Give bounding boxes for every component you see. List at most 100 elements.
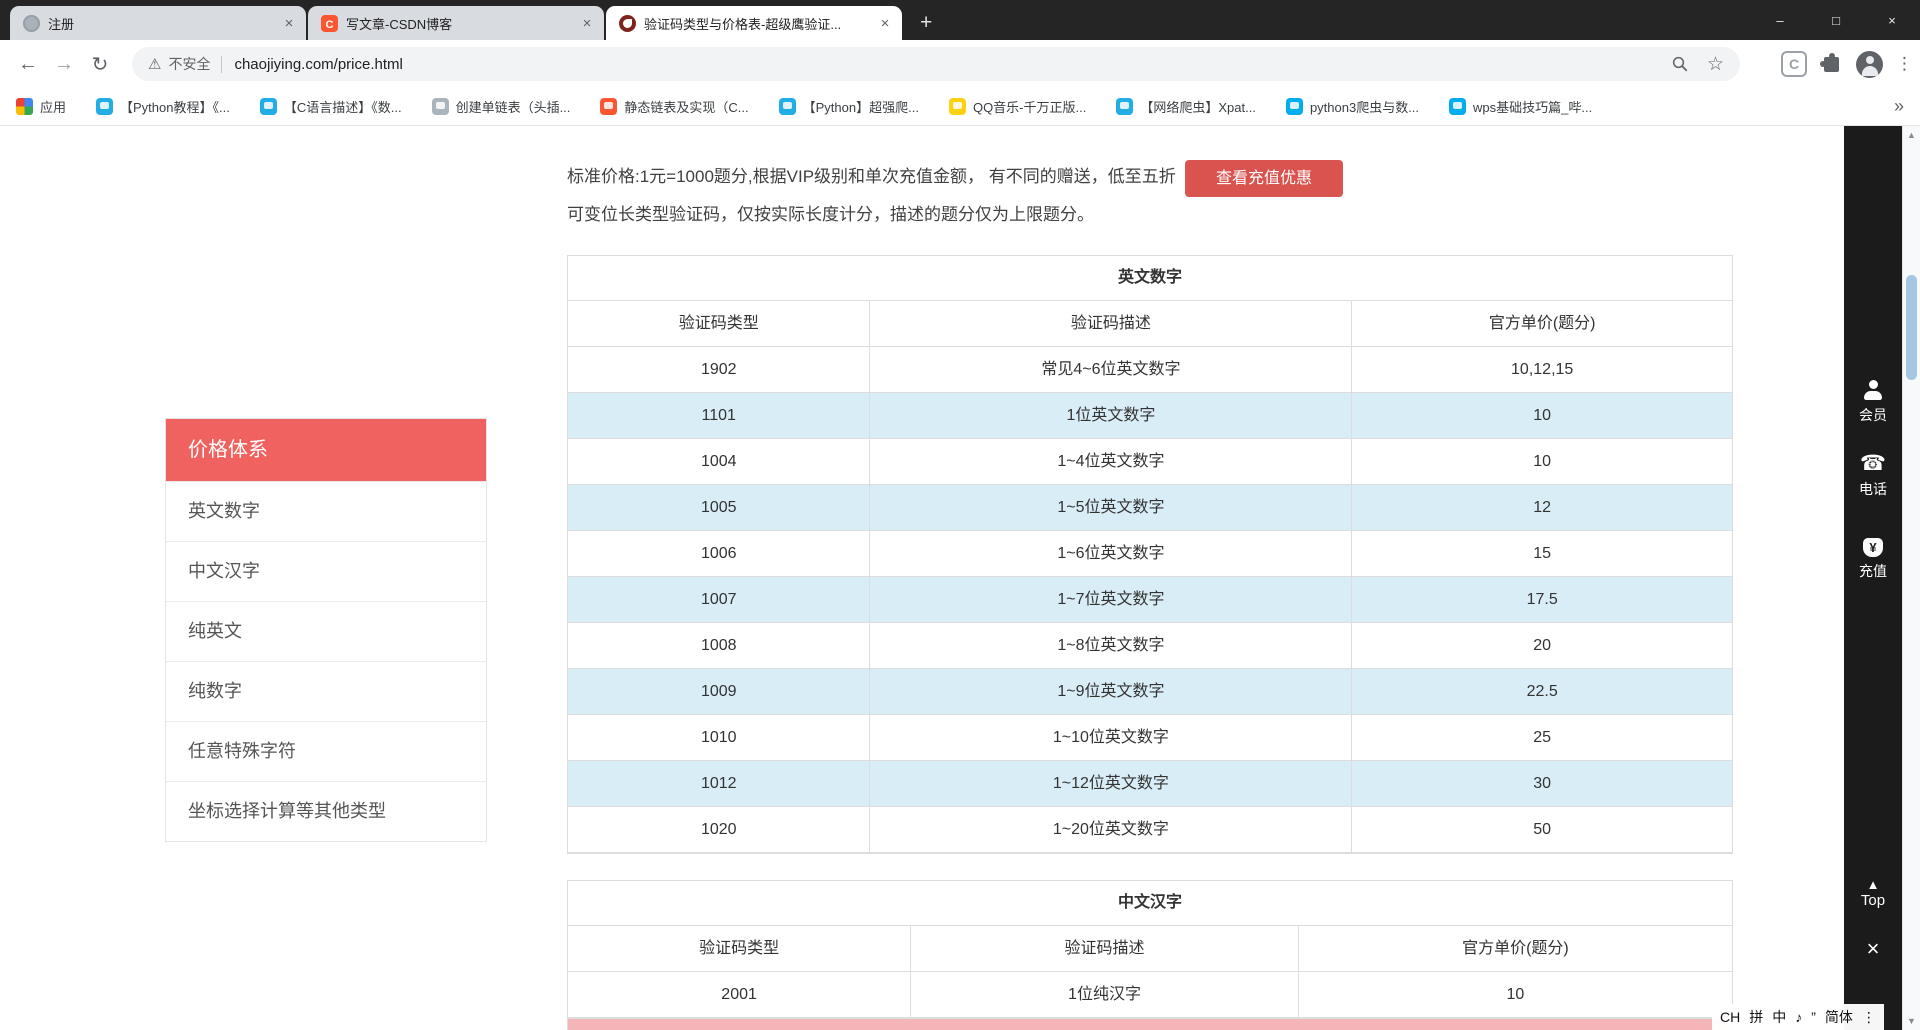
scrollbar-up-arrow[interactable]: ▲: [1903, 130, 1920, 140]
cell-price: 20: [1351, 623, 1732, 668]
recharge-widget[interactable]: 充值: [1844, 538, 1902, 581]
view-recharge-offer-button[interactable]: 查看充值优惠: [1185, 160, 1343, 197]
maximize-button[interactable]: □: [1808, 0, 1864, 40]
bookmark-item[interactable]: 【Python】超强爬...: [779, 97, 919, 116]
table-row: 1020 1~20位英文数字 50: [568, 807, 1732, 853]
phone-widget[interactable]: ☎ 电话: [1844, 453, 1902, 499]
extension-icon[interactable]: C: [1781, 51, 1807, 77]
member-label: 会员: [1844, 405, 1902, 425]
bookmark-item[interactable]: python3爬虫与数...: [1286, 97, 1419, 116]
close-button[interactable]: ×: [1864, 0, 1920, 40]
close-sidebar-button[interactable]: ×: [1844, 938, 1902, 960]
forward-button[interactable]: →: [46, 46, 82, 82]
bookmark-star-icon[interactable]: ☆: [1707, 55, 1724, 74]
scrollbar-thumb[interactable]: [1906, 275, 1917, 380]
table-row: 1008 1~8位英文数字 20: [568, 623, 1732, 669]
bookmark-item[interactable]: 【Python教程】《...: [96, 97, 230, 116]
money-bag-icon: [1863, 538, 1883, 557]
table-row: 1010 1~10位英文数字 25: [568, 715, 1732, 761]
bookmarks-overflow-chevron[interactable]: »: [1894, 96, 1904, 117]
back-button[interactable]: ←: [10, 46, 46, 82]
ime-token[interactable]: 中: [1772, 1007, 1786, 1027]
address-bar[interactable]: ⚠ 不安全 chaojiying.com/price.html ☆: [132, 47, 1740, 81]
extensions-puzzle-icon[interactable]: [1824, 57, 1839, 72]
tab-csdn-editor[interactable]: 写文章-CSDN博客 ×: [308, 6, 604, 40]
new-tab-button[interactable]: +: [920, 13, 932, 33]
table-body: 1902 常见4~6位英文数字 10,12,15 1101 1位英文数字 10 …: [568, 347, 1732, 853]
bookmark-item[interactable]: 创建单链表（头插...: [432, 97, 571, 116]
cell-price: 50: [1351, 807, 1732, 852]
scrollbar-down-arrow[interactable]: ▼: [1903, 1016, 1920, 1026]
price-menu-item[interactable]: 纯数字: [166, 661, 486, 721]
cell-type: 1006: [568, 531, 869, 576]
profile-avatar[interactable]: [1856, 51, 1883, 78]
tab-register[interactable]: 注册 ×: [10, 6, 306, 40]
csdn-favicon-icon: [321, 15, 338, 32]
cell-description: 常见4~6位英文数字: [869, 347, 1351, 392]
cell-type: 1101: [568, 393, 869, 438]
ime-token[interactable]: ♪: [1795, 1009, 1802, 1025]
tab-close-icon[interactable]: ×: [876, 15, 894, 32]
security-label: 不安全: [168, 54, 210, 74]
tab-chaojiying-price[interactable]: 验证码类型与价格表-超级鹰验证... ×: [606, 6, 902, 40]
header-captcha-description: 验证码描述: [910, 926, 1298, 971]
apps-shortcut[interactable]: 应用: [16, 97, 66, 116]
table-title: 中文汉字: [568, 881, 1732, 926]
bookmarks-bar: 应用 【Python教程】《... 【C语言描述】《数... 创建单链表（头插.…: [0, 88, 1920, 126]
ime-toolbar[interactable]: CH 拼 中 ♪ ” 简体 ⋮: [1712, 1004, 1884, 1030]
ime-token[interactable]: ”: [1811, 1009, 1816, 1025]
phone-icon: ☎: [1844, 453, 1902, 475]
bookmark-item[interactable]: wps基础技巧篇_哔...: [1449, 97, 1592, 116]
header-captcha-type: 验证码类型: [568, 926, 910, 971]
toolbar-right-actions: C ⋮: [1781, 40, 1912, 88]
cell-description: 1~8位英文数字: [869, 623, 1351, 668]
table-row: 2001 1位纯汉字 10: [568, 972, 1732, 1018]
window-controls: – □ ×: [1752, 0, 1920, 40]
member-widget[interactable]: 会员: [1844, 379, 1902, 425]
price-category-menu: 价格体系 英文数字 中文汉字 纯英文 纯数字 任意特殊字符 坐标选择计算等其他类…: [165, 418, 487, 842]
cell-type: 2001: [568, 972, 910, 1017]
header-official-price: 官方单价(题分): [1298, 926, 1732, 971]
ime-token[interactable]: CH: [1720, 1009, 1740, 1025]
reload-button[interactable]: ↻: [82, 46, 118, 82]
price-menu-header[interactable]: 价格体系: [166, 419, 486, 481]
tab-title: 注册: [48, 14, 272, 33]
scrollbar-track[interactable]: ▲ ▼: [1902, 126, 1920, 1030]
bookmark-item[interactable]: 静态链表及实现（C...: [600, 97, 748, 116]
price-menu-item[interactable]: 纯英文: [166, 601, 486, 661]
bookmark-item[interactable]: 【C语言描述】《数...: [260, 97, 402, 116]
browser-menu-button[interactable]: ⋮: [1896, 54, 1912, 74]
zoom-icon[interactable]: [1671, 55, 1689, 73]
bookmark-item[interactable]: 【网络爬虫】Xpat...: [1116, 97, 1256, 116]
price-table-english-digits: 英文数字 验证码类型 验证码描述 官方单价(题分) 1902 常见4~6位英文数…: [567, 255, 1733, 854]
table-header-row: 验证码类型 验证码描述 官方单价(题分): [568, 301, 1732, 347]
tab-close-icon[interactable]: ×: [578, 15, 596, 32]
minimize-button[interactable]: –: [1752, 0, 1808, 40]
bookmark-favicon-icon: [600, 98, 617, 115]
bookmark-item[interactable]: QQ音乐-千万正版...: [949, 97, 1086, 116]
price-menu-item[interactable]: 英文数字: [166, 481, 486, 541]
ime-token[interactable]: 拼: [1749, 1007, 1763, 1027]
back-to-top-button[interactable]: ▲ Top: [1844, 878, 1902, 909]
table-row: 1007 1~7位英文数字 17.5: [568, 577, 1732, 623]
price-menu-item[interactable]: 坐标选择计算等其他类型: [166, 781, 486, 841]
globe-favicon-icon: [23, 15, 40, 32]
cell-price: 15: [1351, 531, 1732, 576]
cell-price: 10,12,15: [1351, 347, 1732, 392]
price-menu-item[interactable]: 任意特殊字符: [166, 721, 486, 781]
tab-close-icon[interactable]: ×: [280, 15, 298, 32]
cell-price: 10: [1351, 393, 1732, 438]
bookmark-label: python3爬虫与数...: [1310, 97, 1419, 116]
ime-token[interactable]: 简体: [1825, 1007, 1853, 1027]
price-menu-items: 英文数字 中文汉字 纯英文 纯数字 任意特殊字符 坐标选择计算等其他类型: [166, 481, 486, 841]
table-row: 1009 1~9位英文数字 22.5: [568, 669, 1732, 715]
cell-price: 22.5: [1351, 669, 1732, 714]
price-menu-item[interactable]: 中文汉字: [166, 541, 486, 601]
cell-description: 1~5位英文数字: [869, 485, 1351, 530]
bookmark-label: 【C语言描述】《数...: [284, 97, 402, 116]
bookmark-favicon-icon: [1286, 98, 1303, 115]
ime-token[interactable]: ⋮: [1862, 1009, 1876, 1026]
bookmark-favicon-icon: [779, 98, 796, 115]
security-chip[interactable]: ⚠ 不安全: [148, 54, 221, 74]
bookmark-favicon-icon: [432, 98, 449, 115]
